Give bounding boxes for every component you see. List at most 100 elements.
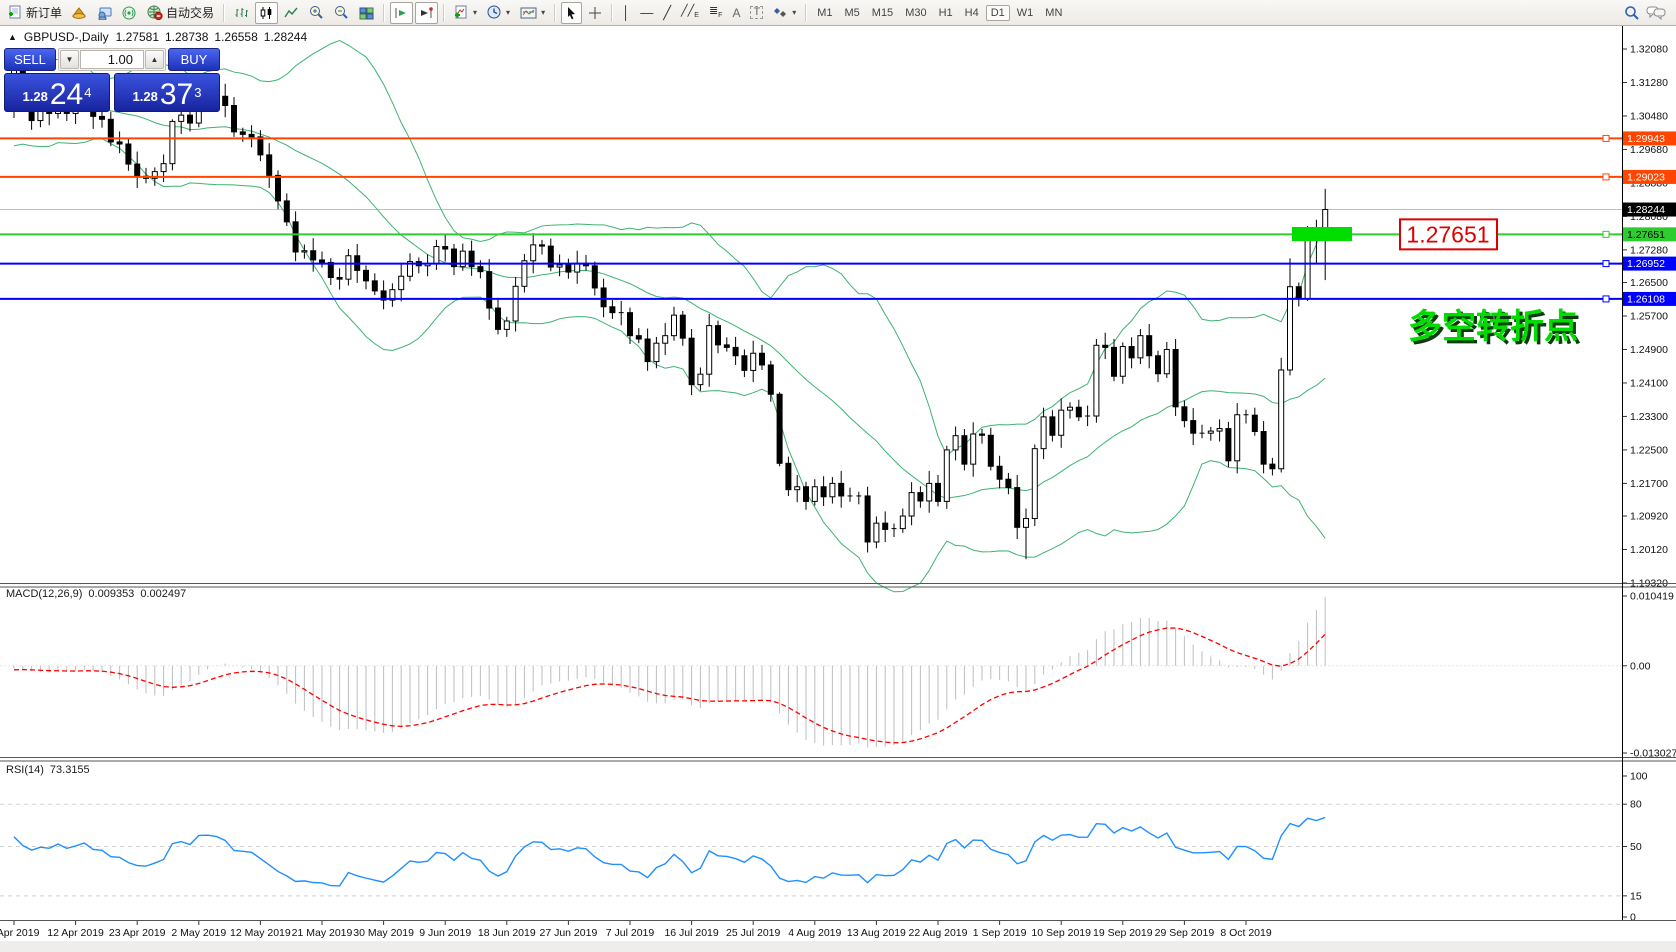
trendline-tool[interactable]: ╱ — [659, 2, 675, 24]
hline-anchor — [1602, 230, 1610, 238]
price-callout-text: 1.27651 — [1406, 221, 1489, 247]
macd-signal-value: 0.002497 — [140, 588, 187, 600]
arrows-tool[interactable]: ▾ — [769, 2, 800, 24]
annotation-text: 多空转折点 — [1408, 308, 1578, 346]
volume-increase-button[interactable]: ▲ — [145, 50, 164, 69]
bar-chart-mode-button[interactable] — [230, 2, 253, 24]
candlestick-icon — [260, 6, 272, 19]
timeframe-M1[interactable]: M1 — [812, 5, 837, 21]
ohlc-high: 1.28738 — [165, 30, 209, 44]
indicators-button[interactable]: ▾ — [450, 2, 481, 24]
panel-separator-macd[interactable] — [0, 582, 1676, 588]
buy-button[interactable]: BUY — [168, 48, 220, 71]
hline-anchor — [1602, 260, 1610, 268]
horizontal-line-tool[interactable]: — — [636, 2, 657, 24]
highlight-rect-object — [1292, 227, 1352, 241]
bottom-strip — [0, 941, 1676, 952]
auto-trading-button[interactable]: 自动交易 — [143, 2, 218, 24]
timeframe-MN[interactable]: MN — [1040, 5, 1067, 21]
macd-histogram — [13, 597, 1326, 748]
tile-windows-button[interactable] — [355, 2, 378, 24]
volume-input[interactable]: 1.00 — [80, 50, 144, 69]
price-axis[interactable] — [1623, 26, 1676, 920]
sell-button[interactable]: SELL — [4, 48, 56, 71]
ohlc-close: 1.28244 — [263, 30, 308, 44]
chart-symbol-period: GBPUSD-,Daily — [23, 30, 109, 44]
volume-decrease-button[interactable]: ▼ — [60, 50, 79, 69]
mt4-window: 新订单 自动交易 ▾ ▾ ▾ │ — ╱ ╱╱E ≣F A T ▾ M1 M5 … — [0, 0, 1676, 952]
gold-hat-icon — [72, 6, 87, 19]
sell-price-small: 1.28 — [22, 89, 48, 105]
timeframe-M15[interactable]: M15 — [867, 5, 898, 21]
arrows-icon — [774, 8, 787, 17]
chart-ohlc-header: ▲ GBPUSD-,Daily 1.27581 1.28738 1.26558 … — [8, 30, 307, 44]
indicators-dropdown-caret[interactable]: ▾ — [473, 8, 477, 17]
arrows-dropdown-caret[interactable]: ▾ — [792, 8, 796, 17]
text-label-tool[interactable]: T — [746, 2, 767, 24]
candle-chart-mode-button[interactable] — [255, 1, 279, 24]
timeframe-D1[interactable]: D1 — [985, 4, 1010, 21]
zoom-out-button[interactable] — [330, 2, 353, 24]
trade-panel-collapse-arrow[interactable]: ▲ — [8, 32, 17, 42]
timeframe-M5[interactable]: M5 — [840, 5, 865, 21]
bollinger-band — [13, 138, 1326, 593]
ohlc-low: 1.26558 — [214, 30, 258, 44]
buy-price-display[interactable]: 1.28 37 3 — [114, 73, 220, 112]
search-icon[interactable] — [1624, 5, 1640, 21]
rsi-value: 73.3155 — [49, 764, 90, 776]
timeframe-group: M1 M5 M15 M30 H1 H4 D1 W1 MN — [812, 4, 1067, 21]
text-tool[interactable]: A — [728, 2, 744, 24]
signal-icon — [122, 6, 136, 19]
toolbar-right-group — [1624, 5, 1672, 21]
zoom-in-button[interactable] — [305, 2, 328, 24]
fibonacci-tool[interactable]: ≣F — [705, 2, 727, 24]
channel-tool[interactable]: ╱╱E — [677, 2, 703, 24]
chart-shift-icon — [421, 6, 433, 18]
macd-main-value: 0.009353 — [88, 588, 135, 600]
timeframe-H1[interactable]: H1 — [934, 5, 958, 21]
candles-layer — [11, 62, 1329, 560]
toolbar: 新订单 自动交易 ▾ ▾ ▾ │ — ╱ ╱╱E ≣F A T ▾ M1 M5 … — [0, 0, 1676, 26]
zoom-out-icon — [335, 6, 348, 19]
sell-price-display[interactable]: 1.28 24 4 — [4, 73, 110, 112]
toolbar-separator — [223, 3, 226, 22]
volume-stepper: ▼ 1.00 ▲ — [58, 48, 166, 71]
timeframe-W1[interactable]: W1 — [1012, 5, 1039, 21]
time-axis[interactable] — [0, 920, 1676, 942]
market-watch-button[interactable] — [93, 2, 116, 24]
price-chart[interactable]: 多空转折点多空转折点1.276511.320801.312801.304801.… — [0, 26, 1676, 952]
hline-anchor — [1602, 295, 1610, 303]
template-dropdown-caret[interactable]: ▾ — [541, 8, 545, 17]
auto-scroll-button[interactable] — [390, 1, 414, 24]
auto-trading-label: 自动交易 — [166, 6, 215, 20]
crosshair-tool-button[interactable] — [584, 2, 606, 24]
hline-anchor — [1602, 173, 1610, 181]
new-order-button[interactable]: 新订单 — [4, 2, 66, 24]
chat-icon[interactable] — [1646, 5, 1666, 20]
timeframe-H4[interactable]: H4 — [960, 5, 984, 21]
hline-anchor — [1602, 134, 1610, 142]
periods-dropdown-caret[interactable]: ▾ — [506, 8, 510, 17]
chart-shift-button[interactable] — [415, 1, 439, 24]
vertical-line-tool[interactable]: │ — [618, 2, 634, 24]
toolbar-separator — [554, 3, 557, 22]
ohlc-open: 1.27581 — [115, 30, 159, 44]
macd-name: MACD(12,26,9) — [6, 588, 83, 600]
panel-separator-rsi[interactable] — [0, 756, 1676, 762]
profile-button[interactable] — [68, 2, 91, 24]
line-chart-mode-button[interactable] — [280, 2, 303, 24]
sell-price-sup: 4 — [84, 84, 92, 100]
cursor-tool-button[interactable] — [561, 1, 583, 24]
clock-icon — [487, 5, 501, 19]
terminal-user-icon — [98, 7, 112, 20]
macd-signal-line — [13, 627, 1326, 744]
bar-chart-icon — [235, 7, 249, 17]
toolbar-separator — [611, 3, 614, 22]
toolbar-separator — [383, 3, 386, 22]
template-button[interactable]: ▾ — [516, 2, 549, 24]
signals-button[interactable] — [118, 2, 141, 24]
zoom-in-icon — [310, 6, 323, 19]
timeframe-M30[interactable]: M30 — [900, 5, 931, 21]
new-order-label: 新订单 — [26, 6, 63, 20]
periods-button[interactable]: ▾ — [483, 2, 514, 24]
